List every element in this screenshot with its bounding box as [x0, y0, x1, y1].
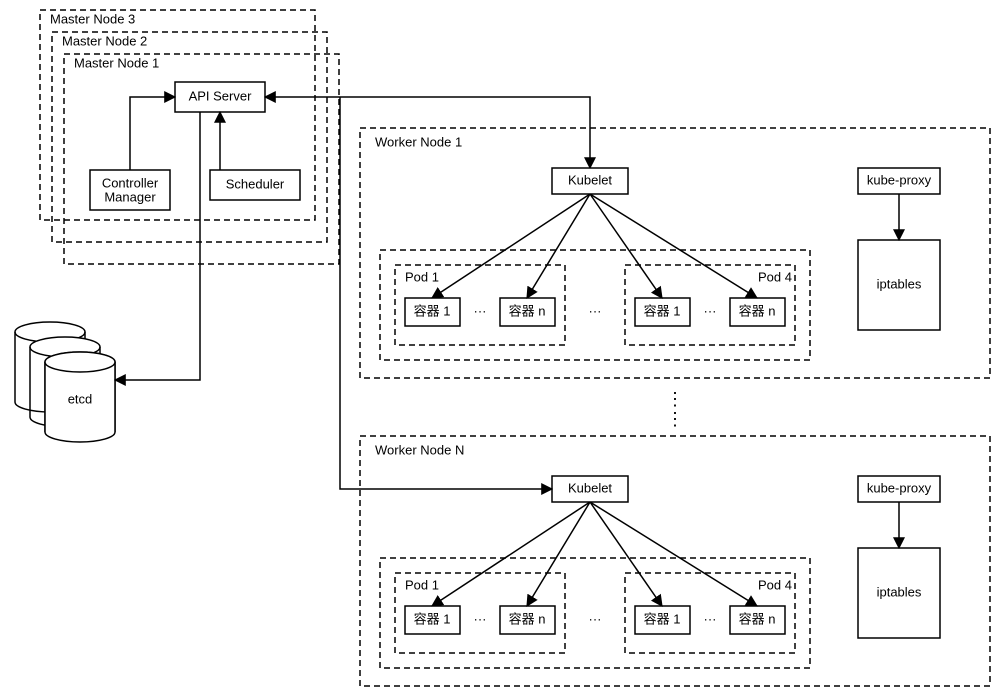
- master3-label: Master Node 3: [50, 11, 135, 26]
- kubelet1-label: Kubelet: [568, 172, 612, 187]
- arrow-api-kubeletN: [340, 97, 552, 489]
- controller-manager-label1: Controller: [102, 175, 159, 190]
- wN-p4-c1: 容器 1: [644, 611, 681, 626]
- arrow-kN-c4: [590, 502, 757, 606]
- wN-p1-c1: 容器 1: [414, 611, 451, 626]
- wN-p4-cn: 容器 n: [739, 611, 776, 626]
- worker-node-1: Worker Node 1 Kubelet kube-proxy iptable…: [360, 128, 990, 378]
- kubeletN-label: Kubelet: [568, 480, 612, 495]
- workerN-pod4-label: Pod 4: [758, 577, 792, 592]
- workerN-title: Worker Node N: [375, 442, 464, 457]
- scheduler-label: Scheduler: [226, 176, 285, 191]
- arrow-k1-c1: [432, 194, 590, 298]
- workerN-pod1-label: Pod 1: [405, 577, 439, 592]
- arrow-kN-c1: [432, 502, 590, 606]
- iptablesN-label: iptables: [877, 584, 922, 599]
- arrow-kN-c2: [527, 502, 590, 606]
- worker1-pod1-label: Pod 1: [405, 269, 439, 284]
- controller-manager-label2: Manager: [104, 189, 156, 204]
- arrow-kN-c3: [590, 502, 662, 606]
- etcd-store: etcd: [15, 322, 115, 442]
- worker1-pod4-label: Pod 4: [758, 269, 792, 284]
- arrow-k1-c2: [527, 194, 590, 298]
- kubeproxyN-label: kube-proxy: [867, 480, 932, 495]
- arrow-controller-api: [130, 97, 175, 170]
- worker-node-n: Worker Node N Kubelet kube-proxy iptable…: [360, 436, 990, 686]
- api-server-label: API Server: [189, 88, 253, 103]
- wN-p1-cn: 容器 n: [509, 611, 546, 626]
- dots-Nb: ···: [704, 611, 717, 626]
- kubeproxy1-label: kube-proxy: [867, 172, 932, 187]
- worker1-title: Worker Node 1: [375, 134, 462, 149]
- k8s-architecture-diagram: Master Node 3 Master Node 2 Master Node …: [0, 0, 1000, 696]
- master-cluster: Master Node 3 Master Node 2 Master Node …: [40, 10, 339, 264]
- vdots-workers-2: ⋮: [666, 409, 684, 429]
- vdots-workers-1: ⋮: [666, 389, 684, 409]
- master2-label: Master Node 2: [62, 33, 147, 48]
- etcd-label: etcd: [68, 391, 93, 406]
- arrow-api-kubelet1: [265, 97, 590, 168]
- dots-Nmid: ···: [589, 611, 602, 626]
- dots-1b: ···: [704, 303, 717, 318]
- w1-p4-cn: 容器 n: [739, 303, 776, 318]
- arrow-k1-c4: [590, 194, 757, 298]
- master1-label: Master Node 1: [74, 55, 159, 70]
- w1-p4-c1: 容器 1: [644, 303, 681, 318]
- dots-1a: ···: [474, 303, 487, 318]
- arrow-k1-c3: [590, 194, 662, 298]
- w1-p1-c1: 容器 1: [414, 303, 451, 318]
- w1-p1-cn: 容器 n: [509, 303, 546, 318]
- dots-Na: ···: [474, 611, 487, 626]
- dots-1mid: ···: [589, 303, 602, 318]
- arrow-api-etcd: [115, 112, 200, 380]
- iptables1-label: iptables: [877, 276, 922, 291]
